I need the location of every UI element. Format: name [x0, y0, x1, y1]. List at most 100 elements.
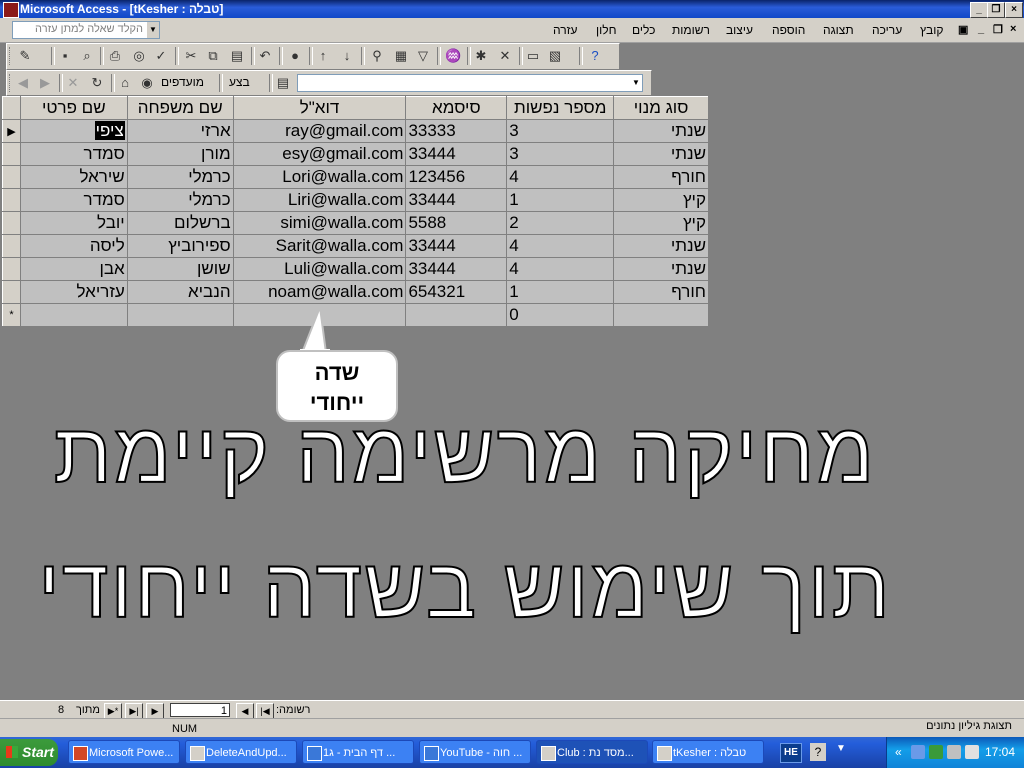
forward-icon[interactable]: ▶	[37, 75, 53, 91]
cell-last-name[interactable]	[126, 303, 234, 327]
sort-ascending-icon[interactable]: ↑	[315, 48, 331, 64]
cell-subscription-type[interactable]: קיץ	[613, 188, 709, 212]
undo-icon[interactable]: ↶	[257, 48, 273, 64]
record-number-input[interactable]: 1	[170, 703, 230, 717]
cell-first-name[interactable]	[19, 303, 128, 327]
cell-people-count[interactable]: 1	[506, 188, 615, 212]
taskbar-button-tkesher-table[interactable]: tKesher : טבלה	[652, 740, 764, 764]
cell-first-name[interactable]: ציפי	[19, 119, 128, 143]
show-hidden-icons-icon[interactable]: «	[895, 745, 902, 759]
cell-people-count[interactable]: 3	[506, 119, 615, 143]
record-selector[interactable]	[2, 257, 21, 281]
view-icon[interactable]: ✎	[17, 48, 33, 64]
cell-email[interactable]: Liri@walla.com	[232, 188, 407, 212]
home-icon[interactable]: ⌂	[117, 75, 133, 91]
cell-first-name[interactable]: יובל	[19, 211, 128, 235]
cell-email[interactable]: Luli@walla.com	[232, 257, 407, 281]
minimize-button[interactable]: _	[970, 2, 988, 18]
record-selector[interactable]	[2, 165, 21, 189]
cell-password[interactable]: 33444	[405, 234, 508, 258]
close-button[interactable]: ×	[1005, 2, 1023, 18]
new-record-icon[interactable]: ✱	[473, 48, 489, 64]
cell-first-name[interactable]: סמדר	[19, 142, 128, 166]
cell-password[interactable]: 123456	[405, 165, 508, 189]
doc-minimize-button[interactable]: _	[978, 23, 984, 35]
taskbar-button-document[interactable]: DeleteAndUpd...	[185, 740, 297, 764]
cell-email[interactable]: noam@walla.com	[232, 280, 407, 304]
menu-window[interactable]: חלון	[596, 23, 617, 37]
copy-icon[interactable]: ⧉	[205, 48, 221, 64]
apply-filter-icon[interactable]: ▽	[415, 48, 431, 64]
record-selector[interactable]	[2, 142, 21, 166]
next-record-button[interactable]: ▶	[146, 703, 164, 719]
doc-icon[interactable]: ▣	[958, 23, 968, 36]
cell-first-name[interactable]: עזריאל	[19, 280, 128, 304]
new-record-row[interactable]: * 0	[2, 303, 709, 327]
cell-first-name[interactable]: שיראל	[19, 165, 128, 189]
record-selector[interactable]	[2, 234, 21, 258]
sort-descending-icon[interactable]: ↓	[339, 48, 355, 64]
search-web-icon[interactable]: ◉	[139, 75, 155, 91]
favorites-menu[interactable]: מועדפים	[161, 75, 204, 89]
menu-view[interactable]: תצוגה	[823, 23, 854, 37]
network-icon[interactable]	[911, 745, 925, 759]
column-header-last-name[interactable]: שם משפחה	[126, 96, 234, 120]
record-selector[interactable]: ▶	[2, 119, 21, 143]
print-icon[interactable]: ⎙	[107, 48, 123, 64]
cell-last-name[interactable]: ספירוביץ	[126, 234, 234, 258]
menu-insert[interactable]: הוספה	[772, 23, 805, 37]
taskbar-button-browser-home[interactable]: דף הבית - ג1 ...	[302, 740, 414, 764]
refresh-icon[interactable]: ↻	[89, 75, 105, 91]
menu-file[interactable]: קובץ	[920, 23, 943, 37]
cell-people-count[interactable]: 0	[506, 303, 615, 327]
cell-first-name[interactable]: אבן	[19, 257, 128, 281]
menu-help[interactable]: עזרה	[553, 23, 578, 37]
select-all-corner[interactable]	[2, 96, 21, 120]
cell-subscription-type[interactable]: קיץ	[613, 211, 709, 235]
new-record-selector[interactable]: *	[2, 303, 21, 327]
insert-hyperlink-icon[interactable]: ●	[287, 48, 303, 64]
ask-question-box[interactable]: הקלד שאלה למתן עזרה ▼	[12, 21, 160, 39]
restore-button[interactable]: ❐	[987, 2, 1005, 18]
column-header-subscription-type[interactable]: סוג מנוי	[613, 96, 709, 120]
start-button[interactable]: Start	[0, 739, 58, 766]
column-header-people-count[interactable]: מספר נפשות	[506, 96, 615, 120]
new-object-icon[interactable]: ▧	[547, 48, 563, 64]
chevron-down-icon[interactable]: ▼	[836, 743, 850, 761]
back-icon[interactable]: ◀	[15, 75, 31, 91]
cut-icon[interactable]: ✂	[183, 48, 199, 64]
cell-subscription-type[interactable]	[613, 303, 709, 327]
volume-icon[interactable]	[947, 745, 961, 759]
toolbar-grip[interactable]	[9, 47, 13, 65]
cell-email[interactable]: Lori@walla.com	[232, 165, 407, 189]
cell-people-count[interactable]: 2	[506, 211, 615, 235]
mail-icon[interactable]	[965, 745, 979, 759]
new-record-button[interactable]: ▶*	[104, 703, 122, 719]
cell-password[interactable]: 654321	[405, 280, 508, 304]
cell-password[interactable]: 33444	[405, 257, 508, 281]
language-indicator[interactable]: HE	[780, 743, 802, 763]
help-icon[interactable]: ?	[810, 743, 826, 761]
record-selector[interactable]	[2, 211, 21, 235]
cell-people-count[interactable]: 4	[506, 165, 615, 189]
cell-people-count[interactable]: 3	[506, 142, 615, 166]
taskbar-button-club-database[interactable]: Club : מסד נת...	[536, 740, 648, 764]
cell-last-name[interactable]: מורן	[126, 142, 234, 166]
menu-edit[interactable]: עריכה	[872, 23, 902, 37]
cell-password[interactable]: 33333	[405, 119, 508, 143]
column-header-first-name[interactable]: שם פרטי	[19, 96, 128, 120]
cell-first-name[interactable]: סמדר	[19, 188, 128, 212]
cell-password[interactable]: 33444	[405, 142, 508, 166]
show-only-web-toolbar-icon[interactable]: ▤	[275, 75, 291, 91]
cell-password[interactable]: 33444	[405, 188, 508, 212]
column-header-email[interactable]: דוא"ל	[232, 96, 407, 120]
filter-by-selection-icon[interactable]: ⚲	[369, 48, 385, 64]
cell-last-name[interactable]: הנביא	[126, 280, 234, 304]
cell-email[interactable]: esy@gmail.com	[232, 142, 407, 166]
doc-restore-button[interactable]: ❐	[993, 23, 1003, 36]
taskbar-button-youtube[interactable]: YouTube - חוה ...	[419, 740, 531, 764]
search-file-icon[interactable]: ⌕	[79, 48, 95, 64]
cell-email[interactable]: ray@gmail.com	[232, 119, 407, 143]
cell-last-name[interactable]: ברשלום	[126, 211, 234, 235]
toolbar-grip[interactable]	[9, 74, 13, 92]
